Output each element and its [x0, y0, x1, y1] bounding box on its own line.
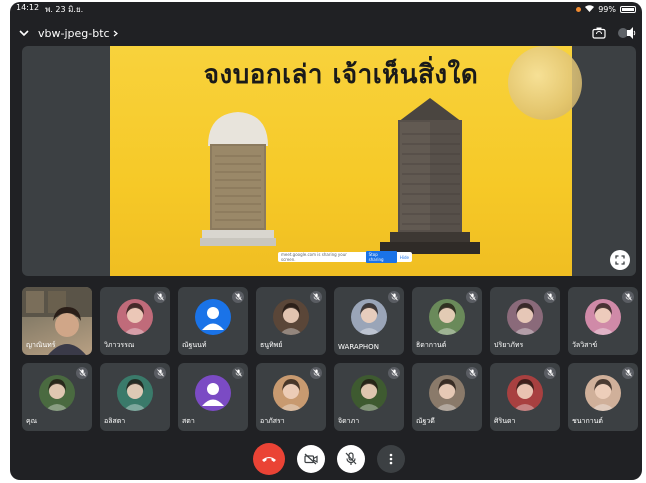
- participant-tile[interactable]: สตา: [178, 363, 248, 431]
- chevron-right-icon: [113, 27, 118, 40]
- participant-tile[interactable]: อาภัสรา: [256, 363, 326, 431]
- participant-name: ญาณินทร์: [26, 341, 56, 349]
- camera-off-icon: [304, 453, 318, 465]
- participant-name: ปริยาภัทร: [494, 341, 524, 349]
- call-controls: [10, 442, 642, 476]
- stone-inscription-right-image: [380, 98, 480, 254]
- participant-tile[interactable]: ศิรินดา: [490, 363, 560, 431]
- top-bar: vbw-jpeg-btc: [16, 20, 636, 46]
- participant-tile[interactable]: ธิดากานต์: [412, 287, 482, 355]
- mic-off-icon: [466, 291, 478, 303]
- mic-off-icon: [154, 367, 166, 379]
- avatar: [351, 375, 387, 411]
- meeting-code-button[interactable]: vbw-jpeg-btc: [38, 27, 118, 40]
- screen-share-banner: meet.google.com is sharing your screen. …: [278, 251, 412, 263]
- avatar: [585, 299, 621, 335]
- mic-off-icon: [310, 291, 322, 303]
- avatar: [429, 299, 465, 335]
- participant-grid: ญาณินทร์ วิภาวรรณ ณัฐนนท์ ธนูทิพย์ WARAPHON ธ…: [22, 287, 638, 431]
- avatar: [429, 375, 465, 411]
- participant-name: ธนูทิพย์: [260, 341, 283, 349]
- stone-inscription-left-image: [200, 112, 276, 246]
- mic-off-icon: [232, 367, 244, 379]
- mic-off-icon: [622, 291, 634, 303]
- camera-toggle-button[interactable]: [297, 445, 325, 473]
- more-vert-icon: [389, 453, 393, 465]
- avatar: [117, 299, 153, 335]
- participant-name: ธิดากานต์: [416, 341, 447, 349]
- participant-name: วิภาวรรณ: [104, 341, 135, 349]
- camera-switch-icon[interactable]: [590, 24, 608, 42]
- mic-off-icon: [466, 367, 478, 379]
- mic-off-icon: [622, 367, 634, 379]
- participant-name: อลิสตา: [104, 417, 126, 425]
- avatar: [585, 375, 621, 411]
- participant-tile[interactable]: WARAPHON: [334, 287, 404, 355]
- participant-tile[interactable]: ญาณินทร์: [22, 287, 92, 355]
- share-banner-text: meet.google.com is sharing your screen.: [281, 252, 347, 262]
- avatar: [507, 299, 543, 335]
- participant-tile[interactable]: ชนากานต์: [568, 363, 638, 431]
- presentation-stage: จงบอกเล่า เจ้าเห็นสิ่งใด meet.google.com…: [22, 46, 636, 276]
- mic-toggle-button[interactable]: [337, 445, 365, 473]
- battery-icon: [620, 5, 636, 13]
- status-time: 14:12: [16, 2, 40, 12]
- avatar: [507, 375, 543, 411]
- avatar: [351, 299, 387, 335]
- mic-off-icon: [232, 291, 244, 303]
- participant-tile[interactable]: ปริยาภัทร: [490, 287, 560, 355]
- avatar: [195, 299, 231, 335]
- mic-off-icon: [154, 291, 166, 303]
- avatar: [195, 375, 231, 411]
- mic-off-icon: [345, 452, 357, 465]
- fullscreen-button[interactable]: [610, 250, 630, 270]
- participant-tile[interactable]: ณัฐวดี: [412, 363, 482, 431]
- fullscreen-icon: [615, 255, 625, 265]
- recording-dot-icon: [576, 6, 582, 12]
- more-options-button[interactable]: [377, 445, 405, 473]
- participant-tile[interactable]: ณัฐนนท์: [178, 287, 248, 355]
- status-date: พ. 23 มิ.ย.: [45, 4, 84, 14]
- participant-tile[interactable]: จิดาภา: [334, 363, 404, 431]
- avatar: [117, 375, 153, 411]
- avatar: [273, 299, 309, 335]
- stop-sharing-button[interactable]: Stop sharing: [365, 251, 397, 263]
- phone-hangup-icon: [262, 457, 276, 462]
- participant-name: อาภัสรา: [260, 417, 285, 425]
- mic-off-icon: [388, 291, 400, 303]
- participant-name: วัลวิสาข์: [572, 341, 598, 349]
- participant-name: ณัฐวดี: [416, 417, 435, 425]
- end-call-button[interactable]: [253, 443, 285, 475]
- wifi-icon: [585, 4, 595, 14]
- participant-name: ศิรินดา: [494, 417, 516, 425]
- avatar: [39, 375, 75, 411]
- participant-name: คุณ: [26, 417, 38, 425]
- mic-off-icon: [388, 367, 400, 379]
- participant-tile[interactable]: วัลวิสาข์: [568, 287, 638, 355]
- participant-tile[interactable]: ธนูทิพย์: [256, 287, 326, 355]
- participant-name: ชนากานต์: [572, 417, 603, 425]
- avatar: [273, 375, 309, 411]
- participant-name: สตา: [182, 417, 195, 425]
- chevron-down-icon[interactable]: [16, 25, 32, 41]
- slide-title: จงบอกเล่า เจ้าเห็นสิ่งใด: [203, 60, 479, 90]
- status-bar: 14:12 พ. 23 มิ.ย. 99%: [10, 2, 642, 16]
- meeting-code: vbw-jpeg-btc: [38, 26, 110, 40]
- participant-tile[interactable]: วิภาวรรณ: [100, 287, 170, 355]
- mic-off-icon: [544, 367, 556, 379]
- battery-percent: 99%: [598, 4, 616, 14]
- shared-slide: จงบอกเล่า เจ้าเห็นสิ่งใด meet.google.com…: [110, 46, 582, 276]
- participant-name: จิดาภา: [338, 417, 360, 425]
- participant-name: ณัฐนนท์: [182, 341, 207, 349]
- meet-window: 14:12 พ. 23 มิ.ย. 99% vbw-jpeg-btc จงบอก…: [10, 2, 642, 480]
- participant-tile[interactable]: คุณ: [22, 363, 92, 431]
- hide-banner-button[interactable]: Hide: [400, 255, 409, 260]
- mic-off-icon: [544, 291, 556, 303]
- participant-name: WARAPHON: [338, 343, 379, 351]
- participant-tile[interactable]: อลิสตา: [100, 363, 170, 431]
- mic-off-icon: [310, 367, 322, 379]
- mic-off-icon: [76, 367, 88, 379]
- speaker-icon[interactable]: [618, 24, 636, 42]
